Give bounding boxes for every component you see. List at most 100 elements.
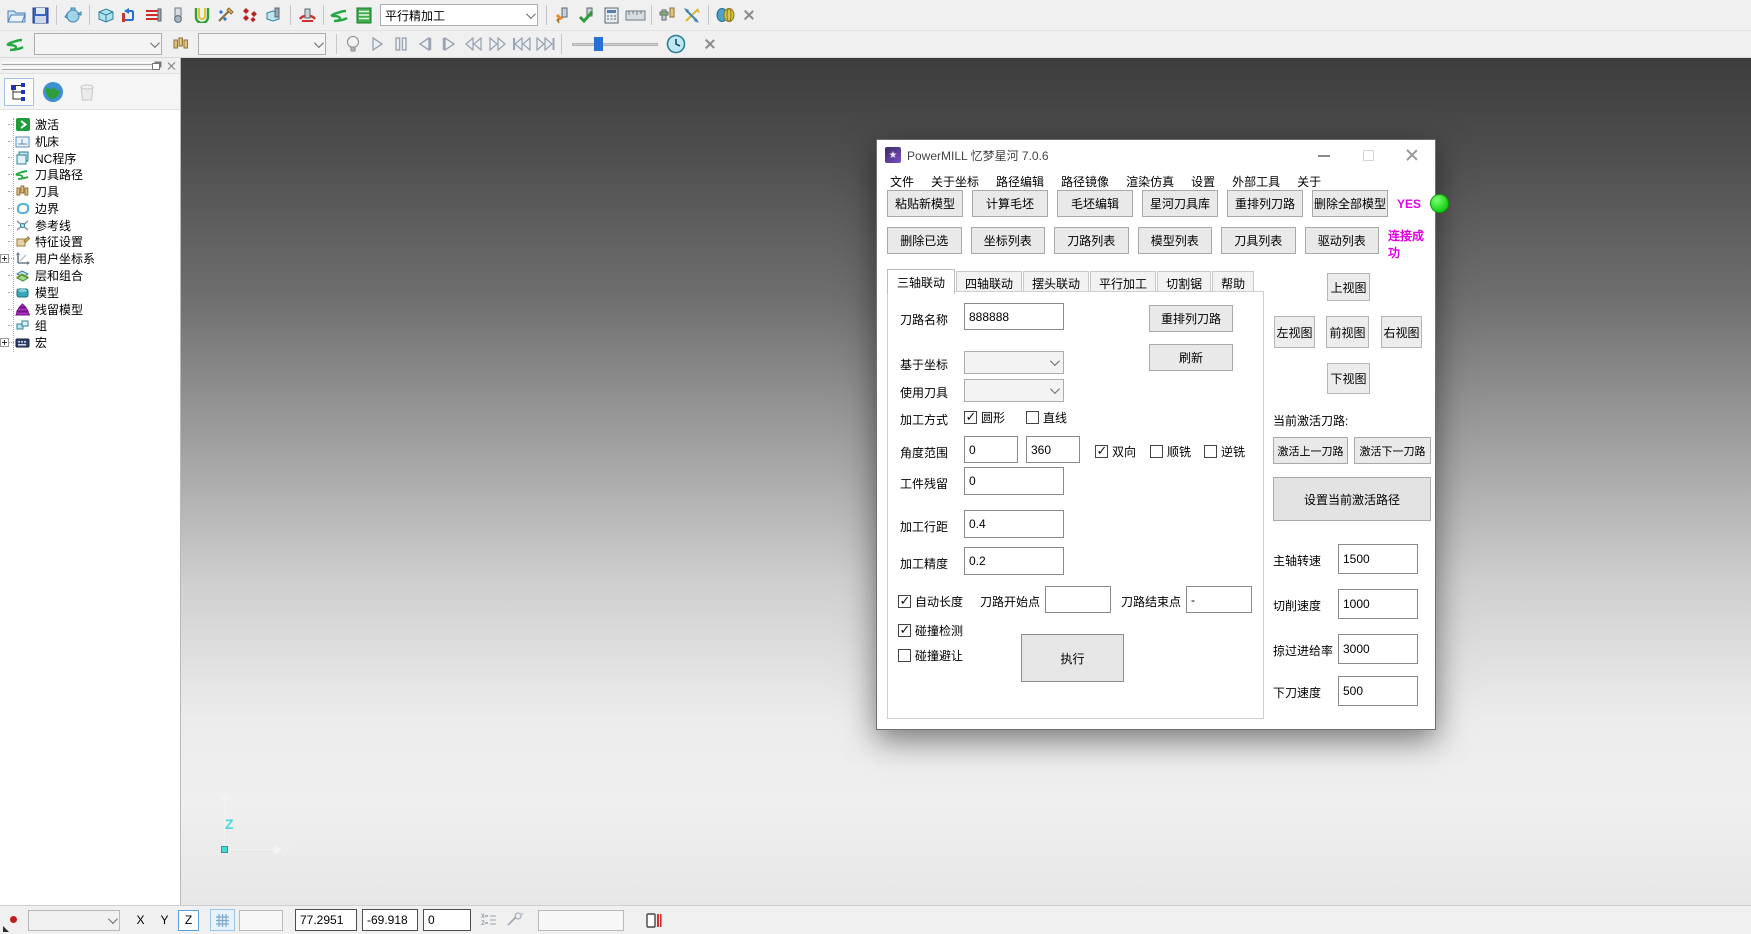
cutting-feed-input[interactable]	[1338, 589, 1418, 619]
tree-item-toolpaths[interactable]: 刀具路径	[0, 166, 180, 183]
rearrange-toolpaths-button[interactable]: 重排列刀路	[1227, 190, 1303, 217]
calc-block-button[interactable]: 计算毛坯	[972, 190, 1048, 217]
tree-item-levels-sets[interactable]: 层和组合	[0, 267, 180, 284]
step-back-icon[interactable]	[413, 32, 437, 56]
tree-item-macros[interactable]: 宏	[0, 334, 180, 351]
delete-selected-button[interactable]: 删除已选	[887, 227, 962, 254]
menu-file[interactable]: 文件	[890, 173, 914, 190]
probe-point-icon[interactable]	[506, 912, 526, 928]
pattern-icon[interactable]	[214, 3, 238, 27]
nc-program-icon[interactable]	[713, 3, 737, 27]
coord-combobox[interactable]	[964, 351, 1064, 374]
expand-icon[interactable]	[0, 338, 9, 347]
stepover-input[interactable]	[964, 510, 1064, 538]
tree-item-feature-sets[interactable]: 特征设置	[0, 234, 180, 251]
collision-check-icon[interactable]	[295, 3, 319, 27]
menu-settings[interactable]: 设置	[1191, 173, 1215, 190]
tool-create-icon[interactable]	[166, 3, 190, 27]
menu-external-tools[interactable]: 外部工具	[1232, 173, 1280, 190]
toolpath-create-icon[interactable]	[118, 3, 142, 27]
minimize-icon[interactable]	[1317, 148, 1331, 162]
end-point-input[interactable]	[1186, 586, 1252, 613]
zlevel-icon[interactable]	[142, 3, 166, 27]
refresh-button[interactable]: 刷新	[1149, 344, 1233, 371]
tab-3axis[interactable]: 三轴联动	[887, 269, 955, 294]
expand-icon[interactable]	[0, 254, 9, 263]
set-active-path-button[interactable]: 设置当前激活路径	[1273, 477, 1431, 521]
skip-end-icon[interactable]	[533, 32, 557, 56]
calculator-icon[interactable]	[599, 3, 623, 27]
tree-item-nc-programs[interactable]: NC程序	[0, 150, 180, 167]
fast-forward-icon[interactable]	[485, 32, 509, 56]
toolpath-icon[interactable]	[328, 3, 352, 27]
tree-item-groups[interactable]: 组	[0, 318, 180, 335]
tolerance-input[interactable]	[964, 547, 1064, 575]
tool-combobox[interactable]	[964, 379, 1064, 402]
lightbulb-icon[interactable]	[341, 32, 365, 56]
panel-header[interactable]	[0, 58, 180, 74]
tree-item-patterns[interactable]: 参考线	[0, 217, 180, 234]
activate-next-toolpath-button[interactable]: 激活下一刀路	[1354, 437, 1431, 464]
view-front-button[interactable]: 前视图	[1326, 316, 1369, 348]
drive-list-button[interactable]: 驱动列表	[1305, 227, 1380, 254]
transform-arrows-icon[interactable]	[680, 3, 704, 27]
globe-icon[interactable]	[38, 78, 68, 106]
boundary-icon[interactable]	[190, 3, 214, 27]
line-mode-checkbox[interactable]: 直线	[1026, 409, 1067, 426]
menu-path-edit[interactable]: 路径编辑	[996, 173, 1044, 190]
plunge-feed-input[interactable]	[1338, 676, 1418, 706]
paste-model-button[interactable]: 粘贴新模型	[887, 190, 963, 217]
tree-item-workplanes[interactable]: 用户坐标系	[0, 250, 180, 267]
tool-block-icon[interactable]	[262, 3, 286, 27]
tool-pair-icon[interactable]	[656, 3, 680, 27]
angle-from-input[interactable]	[964, 436, 1018, 463]
dock-grip[interactable]	[2, 62, 154, 65]
menu-path-mirror[interactable]: 路径镜像	[1061, 173, 1109, 190]
tree-item-machine[interactable]: 机床	[0, 133, 180, 150]
collision-avoid-checkbox[interactable]: 碰撞避让	[898, 647, 963, 664]
start-point-input[interactable]	[1045, 586, 1111, 613]
dialog-titlebar[interactable]: ★ PowerMILL 忆梦星河 7.0.6	[877, 140, 1435, 170]
close-icon[interactable]	[698, 32, 722, 56]
close-icon[interactable]	[1405, 148, 1419, 162]
collision-check-checkbox[interactable]: 碰撞检测	[898, 622, 963, 639]
stock-input[interactable]	[964, 467, 1064, 495]
measure-icon[interactable]	[623, 3, 647, 27]
step-forward-icon[interactable]	[437, 32, 461, 56]
menu-render-sim[interactable]: 渲染仿真	[1126, 173, 1174, 190]
grid-snap-icon[interactable]	[210, 909, 235, 931]
rearrange-button[interactable]: 重排列刀路	[1149, 305, 1233, 332]
toolpath-list-button[interactable]: 刀路列表	[1054, 227, 1129, 254]
tool-library-button[interactable]: 星河刀具库	[1142, 190, 1218, 217]
close-panel-icon[interactable]	[166, 60, 178, 72]
delete-all-models-button[interactable]: 删除全部模型	[1312, 190, 1388, 217]
strategy-combobox[interactable]: 平行精加工	[380, 4, 538, 26]
view-left-button[interactable]: 左视图	[1274, 316, 1315, 348]
coord-list-button[interactable]: 坐标列表	[971, 227, 1046, 254]
tools-icon[interactable]	[168, 32, 192, 56]
tree-item-activate[interactable]: 激活	[0, 116, 180, 133]
play-icon[interactable]	[365, 32, 389, 56]
teapot-icon[interactable]	[61, 3, 85, 27]
tree-view-icon[interactable]	[4, 78, 34, 106]
tree-item-boundaries[interactable]: 边界	[0, 200, 180, 217]
status-combobox[interactable]	[28, 910, 120, 931]
tree-item-tools[interactable]: 刀具	[0, 183, 180, 200]
tree-item-stock-models[interactable]: 残留模型	[0, 301, 180, 318]
execute-button[interactable]: 执行	[1021, 634, 1124, 682]
skim-feed-input[interactable]	[1338, 634, 1418, 664]
points-icon[interactable]	[238, 3, 262, 27]
axis-y-button[interactable]: Y	[154, 910, 175, 931]
verify-toolpath-icon[interactable]	[575, 3, 599, 27]
clock-icon[interactable]	[664, 32, 688, 56]
close-icon[interactable]	[737, 3, 761, 27]
maximize-icon[interactable]	[1361, 148, 1375, 162]
model-list-button[interactable]: 模型列表	[1138, 227, 1213, 254]
pause-icon[interactable]	[389, 32, 413, 56]
menu-coords[interactable]: 关于坐标	[931, 173, 979, 190]
tree-item-models[interactable]: 模型	[0, 284, 180, 301]
climb-checkbox[interactable]: 顺铣	[1150, 443, 1191, 460]
speed-slider[interactable]	[572, 36, 658, 52]
skip-start-icon[interactable]	[509, 32, 533, 56]
bidirectional-checkbox[interactable]: 双向	[1095, 443, 1136, 460]
